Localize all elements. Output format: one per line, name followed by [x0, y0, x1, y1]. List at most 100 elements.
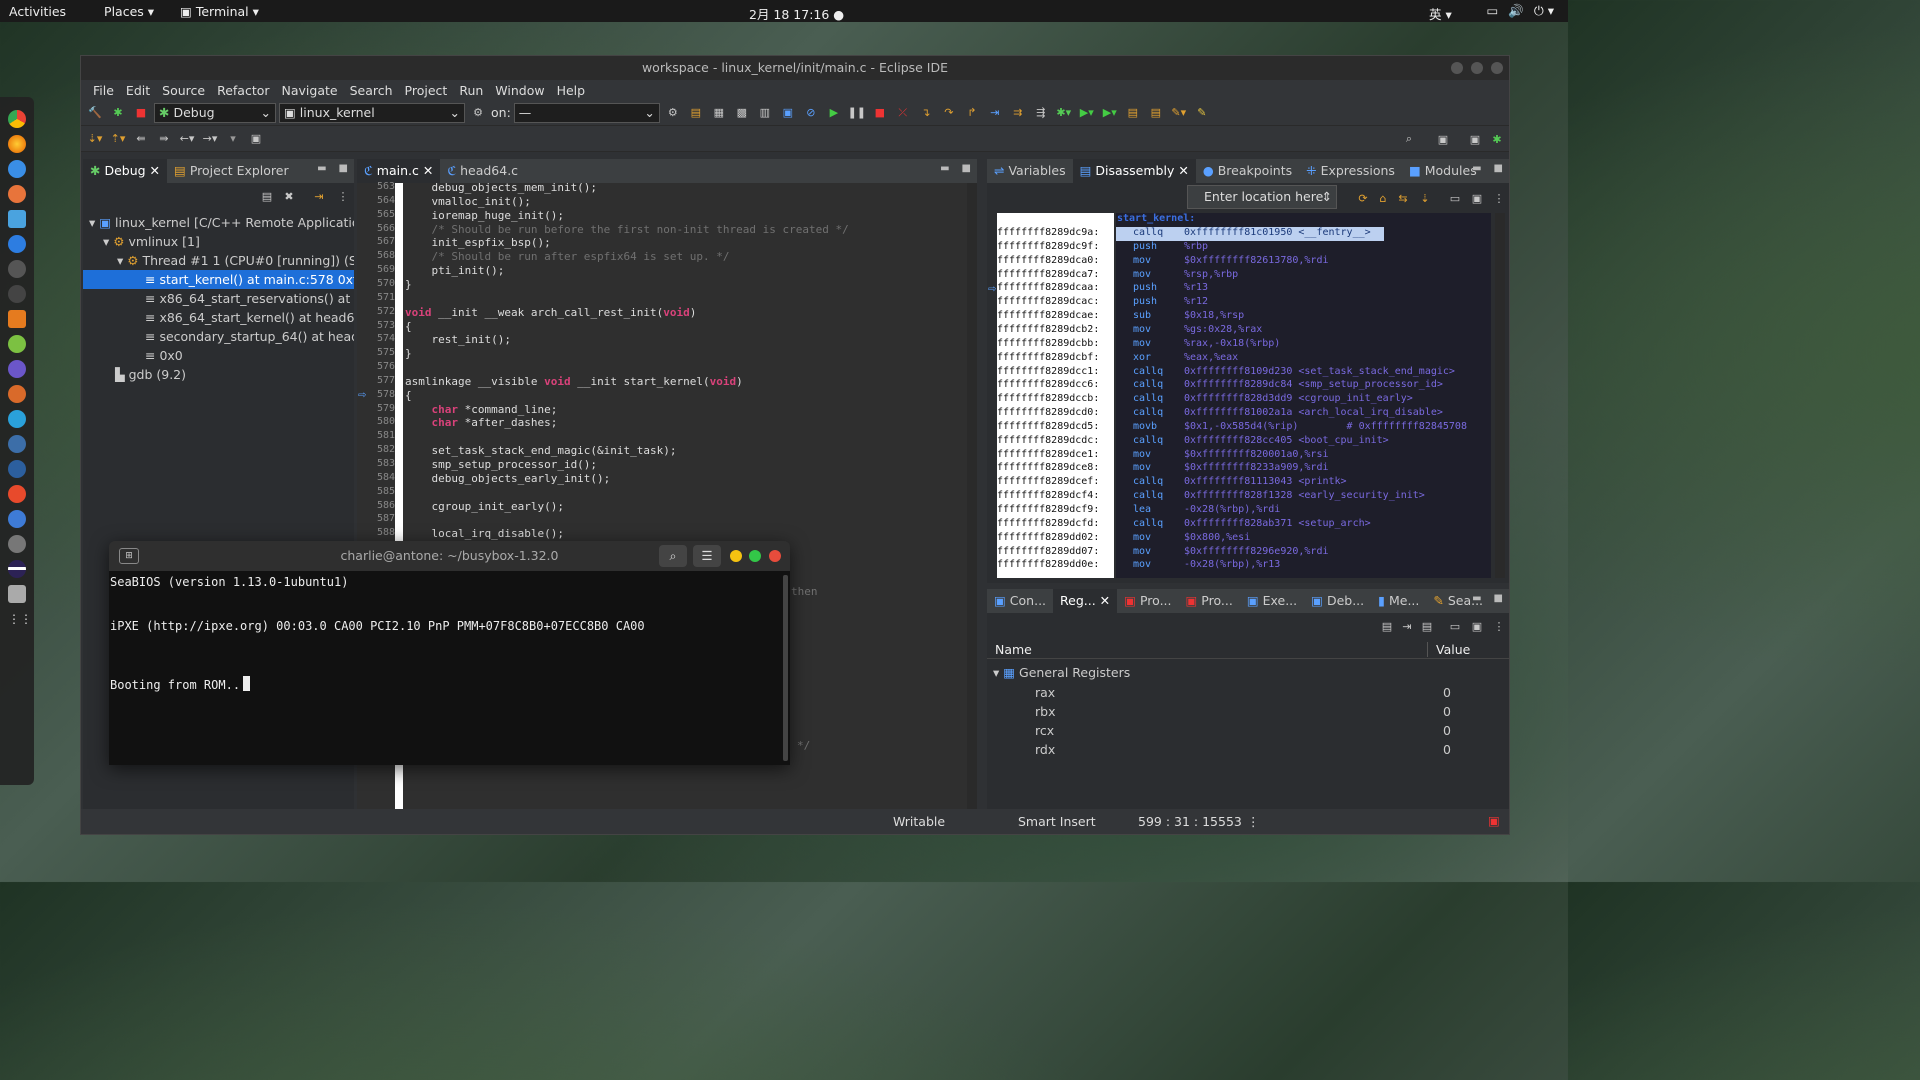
- register-row[interactable]: rbx 0: [987, 702, 1509, 721]
- menu-run[interactable]: Run: [453, 83, 489, 98]
- maximize-icon[interactable]: ■: [1494, 593, 1503, 604]
- home-icon[interactable]: ⌂: [1373, 189, 1393, 207]
- save-all-icon[interactable]: ▩: [732, 104, 752, 122]
- menu-window[interactable]: Window: [489, 83, 550, 98]
- minimize-terminal-button[interactable]: [730, 550, 742, 562]
- app-icon-6[interactable]: [8, 435, 26, 453]
- app-icon-1[interactable]: [8, 185, 26, 203]
- terminate-icon[interactable]: ■: [870, 104, 890, 122]
- hamburger-menu-icon[interactable]: ☰: [693, 545, 721, 567]
- software-icon[interactable]: [8, 235, 26, 253]
- trash-icon[interactable]: [8, 585, 26, 603]
- prev-annotation-icon[interactable]: ⇡▾: [108, 130, 128, 148]
- run-icon[interactable]: ▶▾: [1077, 104, 1097, 122]
- tab-variables[interactable]: ⇌ Variables: [987, 159, 1073, 183]
- register-row[interactable]: rcx 0: [987, 721, 1509, 740]
- system-tray[interactable]: ▭ 🔊 ⏻ ▾: [1486, 3, 1554, 19]
- maximize-window-button[interactable]: [1471, 62, 1483, 74]
- refresh-icon[interactable]: ⟳: [1353, 189, 1373, 207]
- tab-project-explorer[interactable]: ▤ Project Explorer: [167, 159, 296, 183]
- minimize-icon[interactable]: ▬: [940, 163, 949, 174]
- tab-console[interactable]: ▣ Con...: [987, 589, 1053, 613]
- minimize-window-button[interactable]: [1451, 62, 1463, 74]
- external-tools-icon[interactable]: ▶▾: [1100, 104, 1120, 122]
- terminal-output[interactable]: SeaBIOS (version 1.13.0-1ubuntu1) iPXE (…: [109, 571, 790, 765]
- step-into-icon[interactable]: ↴: [916, 104, 936, 122]
- forward-edit-icon[interactable]: ⇛: [154, 130, 174, 148]
- pin-editor-icon[interactable]: ▾: [223, 130, 243, 148]
- export-icon[interactable]: ⇣: [1415, 189, 1435, 207]
- menu-source[interactable]: Source: [156, 83, 211, 98]
- app-icon-7[interactable]: [8, 460, 26, 478]
- collapse-all-icon[interactable]: ▤: [257, 187, 277, 205]
- build-icon[interactable]: 🔨: [85, 104, 105, 122]
- open-perspective-icon[interactable]: ▣: [1433, 130, 1453, 148]
- stop-icon[interactable]: ■: [131, 104, 151, 122]
- app-icon-3[interactable]: [8, 335, 26, 353]
- gear-icon[interactable]: ⚙: [663, 104, 683, 122]
- search-icon[interactable]: ⌕: [1399, 130, 1419, 148]
- documents-icon[interactable]: [8, 210, 26, 228]
- window-title-bar[interactable]: workspace - linux_kernel/init/main.c - E…: [81, 56, 1509, 80]
- menu-help[interactable]: Help: [551, 83, 592, 98]
- open-type-icon[interactable]: ▤: [1123, 104, 1143, 122]
- launch-config-select[interactable]: ▣ linux_kernel ⌄: [279, 102, 465, 123]
- app-icon-2[interactable]: [8, 310, 26, 328]
- minimize-icon[interactable]: ▬: [1472, 593, 1481, 604]
- register-group[interactable]: ▾ ▦ General Registers: [993, 663, 1130, 682]
- open-folder-icon[interactable]: ▣: [246, 130, 266, 148]
- menu-refactor[interactable]: Refactor: [211, 83, 275, 98]
- settings-icon[interactable]: [8, 535, 26, 553]
- sync-icon[interactable]: ⇆: [1393, 189, 1413, 207]
- tree-item-gdb[interactable]: ▙ gdb (9.2): [83, 365, 354, 384]
- gear-icon[interactable]: ⚙: [468, 104, 488, 122]
- tab-registers[interactable]: Reg... ✕: [1053, 589, 1118, 613]
- c-perspective-icon[interactable]: ▣: [1465, 130, 1485, 148]
- tab-breakpoints[interactable]: ● Breakpoints: [1196, 159, 1299, 183]
- close-icon[interactable]: ✕: [1100, 593, 1110, 608]
- debug-launch-icon[interactable]: ✱: [108, 104, 128, 122]
- minimize-icon[interactable]: ▭: [1445, 617, 1465, 635]
- places-menu[interactable]: Places ▾: [95, 4, 163, 19]
- location-input[interactable]: Enter location here ⇕: [1187, 185, 1337, 209]
- minimize-icon[interactable]: ▭: [1445, 189, 1465, 207]
- terminal-app-menu[interactable]: ▣ Terminal ▾: [171, 4, 268, 19]
- save-icon[interactable]: ▦: [709, 104, 729, 122]
- terminal-dock-icon[interactable]: [8, 285, 26, 303]
- maximize-icon[interactable]: ■: [339, 163, 348, 174]
- launch-mode-select[interactable]: ✱ Debug ⌄: [154, 102, 276, 123]
- new-tab-icon[interactable]: ⊞: [119, 548, 139, 564]
- forward-icon[interactable]: →▾: [200, 130, 220, 148]
- view-menu-icon[interactable]: ⋮: [1489, 617, 1509, 635]
- maximize-terminal-button[interactable]: [749, 550, 761, 562]
- app-icon-9[interactable]: [8, 510, 26, 528]
- editor-scrollbar[interactable]: [967, 183, 977, 810]
- status-menu-icon[interactable]: ⋮: [1247, 814, 1260, 829]
- tab-properties[interactable]: ▣ Pro...: [1178, 589, 1239, 613]
- new-icon[interactable]: ▤: [686, 104, 706, 122]
- activities-button[interactable]: Activities: [0, 4, 75, 19]
- tree-item-launch[interactable]: ▾ ▣ linux_kernel [C/C++ Remote Applicati…: [83, 213, 354, 232]
- thunderbird-icon[interactable]: [8, 160, 26, 178]
- maximize-icon[interactable]: ■: [962, 163, 971, 174]
- step-return-icon[interactable]: ↱: [962, 104, 982, 122]
- terminal-view-icon[interactable]: ▣: [778, 104, 798, 122]
- show-apps-icon[interactable]: ⋮⋮: [8, 610, 32, 628]
- firefox-icon[interactable]: [8, 135, 26, 153]
- tab-problems[interactable]: ▣ Pro...: [1117, 589, 1178, 613]
- app-icon-8[interactable]: [8, 485, 26, 503]
- clock[interactable]: 2月 18 17:16 ●: [749, 4, 844, 23]
- menu-edit[interactable]: Edit: [120, 83, 156, 98]
- skip-breakpoints-icon[interactable]: ⊘: [801, 104, 821, 122]
- disconnect-icon[interactable]: ⤫: [893, 104, 913, 122]
- view-menu-icon[interactable]: ⋮: [333, 187, 353, 205]
- stack-frame-selected[interactable]: ≡ start_kernel() at main.c:578 0xffffff: [83, 270, 354, 289]
- menu-project[interactable]: Project: [399, 83, 454, 98]
- tab-debug[interactable]: ✱ Debug ✕: [83, 159, 168, 183]
- heap-status-icon[interactable]: ▣: [1488, 813, 1500, 828]
- tab-memory[interactable]: ▮ Me...: [1371, 589, 1426, 613]
- menu-file[interactable]: File: [87, 83, 120, 98]
- next-annotation-icon[interactable]: ⇣▾: [85, 130, 105, 148]
- disassembly-scrollbar[interactable]: [1495, 213, 1505, 578]
- resume-icon[interactable]: ▶: [824, 104, 844, 122]
